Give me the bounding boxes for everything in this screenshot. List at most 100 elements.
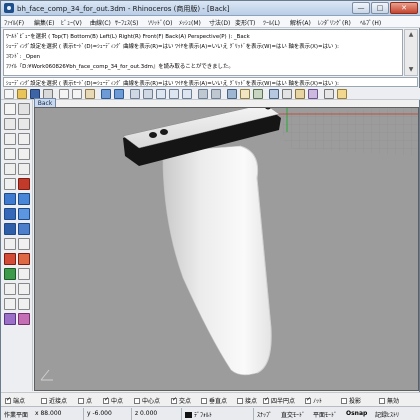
wireframe-mode-icon[interactable] <box>282 89 292 99</box>
menu-file[interactable]: ﾌｧｲﾙ(F) <box>4 18 24 27</box>
osnap-near[interactable]: 近接点 <box>41 396 67 405</box>
osnap-tangent[interactable]: 接点 <box>237 396 257 405</box>
menu-surface[interactable]: ｻｰﾌｪｽ(S) <box>115 18 139 27</box>
menu-edit[interactable]: 編集(E) <box>34 18 54 27</box>
scroll-up-icon[interactable]: ▲ <box>407 31 415 39</box>
polyline-icon[interactable] <box>4 118 16 130</box>
boolean-union-icon[interactable] <box>4 313 16 325</box>
free-curve-icon[interactable] <box>18 163 30 175</box>
checkbox-icon[interactable] <box>201 398 207 404</box>
checkbox-icon[interactable] <box>305 396 311 404</box>
menu-analyze[interactable]: 解析(A) <box>290 18 311 27</box>
checkbox-icon[interactable] <box>78 398 84 404</box>
menu-help[interactable]: ﾍﾙﾌﾟ(H) <box>360 18 381 27</box>
surface-patch-icon[interactable] <box>18 178 30 190</box>
ellipse-icon[interactable] <box>4 148 16 160</box>
command-history[interactable]: ﾜｰﾙﾄﾞﾋﾞｭｰを選択 ( Top(T) Bottom(B) Left(L) … <box>3 29 403 76</box>
back-viewport[interactable] <box>34 107 419 391</box>
undo-icon[interactable] <box>101 89 111 99</box>
menu-curve[interactable]: 曲線(C) <box>90 18 111 27</box>
checkbox-icon[interactable] <box>263 396 269 404</box>
checkbox-icon[interactable] <box>379 398 385 404</box>
four-views-icon[interactable] <box>211 89 221 99</box>
polygon-icon[interactable] <box>4 163 16 175</box>
osnap-perpendicular[interactable]: 垂直点 <box>201 396 227 405</box>
osnap-knot[interactable]: ﾉｯﾄ <box>305 396 322 405</box>
leader-icon[interactable] <box>18 238 30 250</box>
arc-icon[interactable] <box>18 133 30 145</box>
osnap-point[interactable]: 点 <box>78 396 92 405</box>
cylinder-solid-icon[interactable] <box>4 223 16 235</box>
pan-icon[interactable] <box>130 89 140 99</box>
history-scrollbar[interactable]: ▲ ▼ <box>404 29 418 76</box>
render-icon[interactable] <box>295 89 305 99</box>
fin-model[interactable] <box>122 108 281 376</box>
menu-tools[interactable]: ﾂｰﾙ(L) <box>263 18 280 27</box>
planar-toggle[interactable]: 平面ﾓｰﾄﾞ <box>313 410 337 419</box>
options-icon[interactable] <box>324 89 334 99</box>
checkbox-icon[interactable] <box>5 396 11 404</box>
osnap-quadrant[interactable]: 四半円点 <box>263 396 295 405</box>
osnap-toggle[interactable]: Osnap <box>346 410 367 417</box>
close-button[interactable]: ✕ <box>390 2 418 14</box>
cplane-icon[interactable] <box>227 89 237 99</box>
checkbox-icon[interactable] <box>103 396 109 404</box>
group-icon[interactable] <box>4 283 16 295</box>
help-icon[interactable] <box>337 89 347 99</box>
title-bar[interactable]: bh_face_comp_34_for_out.3dm - Rhinoceros… <box>1 1 420 16</box>
fillet-icon[interactable] <box>4 298 16 310</box>
menu-solid[interactable]: ｿﾘｯﾄﾞ(O) <box>148 18 172 27</box>
osnap-intersection[interactable]: 交点 <box>171 396 191 405</box>
zoom-window-icon[interactable] <box>169 89 179 99</box>
menu-mesh[interactable]: ﾒｯｼｭ(M) <box>179 18 201 27</box>
ortho-toggle[interactable]: 直交ﾓｰﾄﾞ <box>281 410 305 419</box>
redo-icon[interactable] <box>114 89 124 99</box>
trim-icon[interactable] <box>4 253 16 265</box>
split-icon[interactable] <box>18 253 30 265</box>
command-line[interactable]: ｼｪｰﾃﾞｨﾝｸﾞ設定を選択 ( 表示ﾓｰﾄﾞ(D)=ｼｪｰﾃﾞｨﾝｸﾞ 曲線を… <box>3 77 418 87</box>
layer-icon[interactable] <box>240 89 250 99</box>
menu-view[interactable]: ﾋﾞｭｰ(V) <box>61 18 82 27</box>
checkbox-icon[interactable] <box>171 396 177 404</box>
surface-icon[interactable] <box>4 193 16 205</box>
text-icon[interactable] <box>4 178 16 190</box>
checkbox-icon[interactable] <box>41 398 47 404</box>
current-layer[interactable]: ﾃﾞﾌｫﾙﾄ <box>185 410 212 419</box>
osnap-endpoint[interactable]: 端点 <box>5 396 25 405</box>
boolean-difference-icon[interactable] <box>18 313 30 325</box>
shaded-mode-icon[interactable] <box>269 89 279 99</box>
chamfer-icon[interactable] <box>18 298 30 310</box>
viewport-layout-icon[interactable] <box>198 89 208 99</box>
paste-icon[interactable] <box>85 89 95 99</box>
point-icon[interactable] <box>18 103 30 115</box>
menu-dimension[interactable]: 寸法(D) <box>209 18 230 27</box>
mesh-icon[interactable] <box>18 223 30 235</box>
open-folder-icon[interactable] <box>17 89 27 99</box>
checkbox-icon[interactable] <box>237 398 243 404</box>
record-history-toggle[interactable]: 記録ﾋｽﾄﾘ <box>375 410 399 419</box>
new-file-icon[interactable] <box>4 89 14 99</box>
offset-icon[interactable] <box>18 283 30 295</box>
explode-icon[interactable] <box>18 268 30 280</box>
zoom-extents-icon[interactable] <box>182 89 192 99</box>
snap-toggle[interactable]: ｽﾅｯﾌﾟ <box>257 410 272 419</box>
osnap-disable[interactable]: 無効 <box>379 396 399 405</box>
checkbox-icon[interactable] <box>134 398 140 404</box>
minimize-button[interactable]: — <box>352 2 370 14</box>
cut-icon[interactable] <box>59 89 69 99</box>
sphere-solid-icon[interactable] <box>18 208 30 220</box>
maximize-button[interactable]: □ <box>371 2 389 14</box>
copy-icon[interactable] <box>72 89 82 99</box>
dimension-icon[interactable] <box>4 238 16 250</box>
select-arrow-icon[interactable] <box>4 103 16 115</box>
extrude-surface-icon[interactable] <box>18 193 30 205</box>
box-solid-icon[interactable] <box>4 208 16 220</box>
viewport-scene[interactable] <box>35 108 419 391</box>
osnap-project[interactable]: 投影 <box>341 396 361 405</box>
checkbox-icon[interactable] <box>341 398 347 404</box>
menu-transform[interactable]: 変形(T) <box>235 18 255 27</box>
rotate-view-icon[interactable] <box>143 89 153 99</box>
osnap-midpoint[interactable]: 中点 <box>103 396 123 405</box>
properties-icon[interactable] <box>253 89 263 99</box>
osnap-center[interactable]: 中心点 <box>134 396 160 405</box>
